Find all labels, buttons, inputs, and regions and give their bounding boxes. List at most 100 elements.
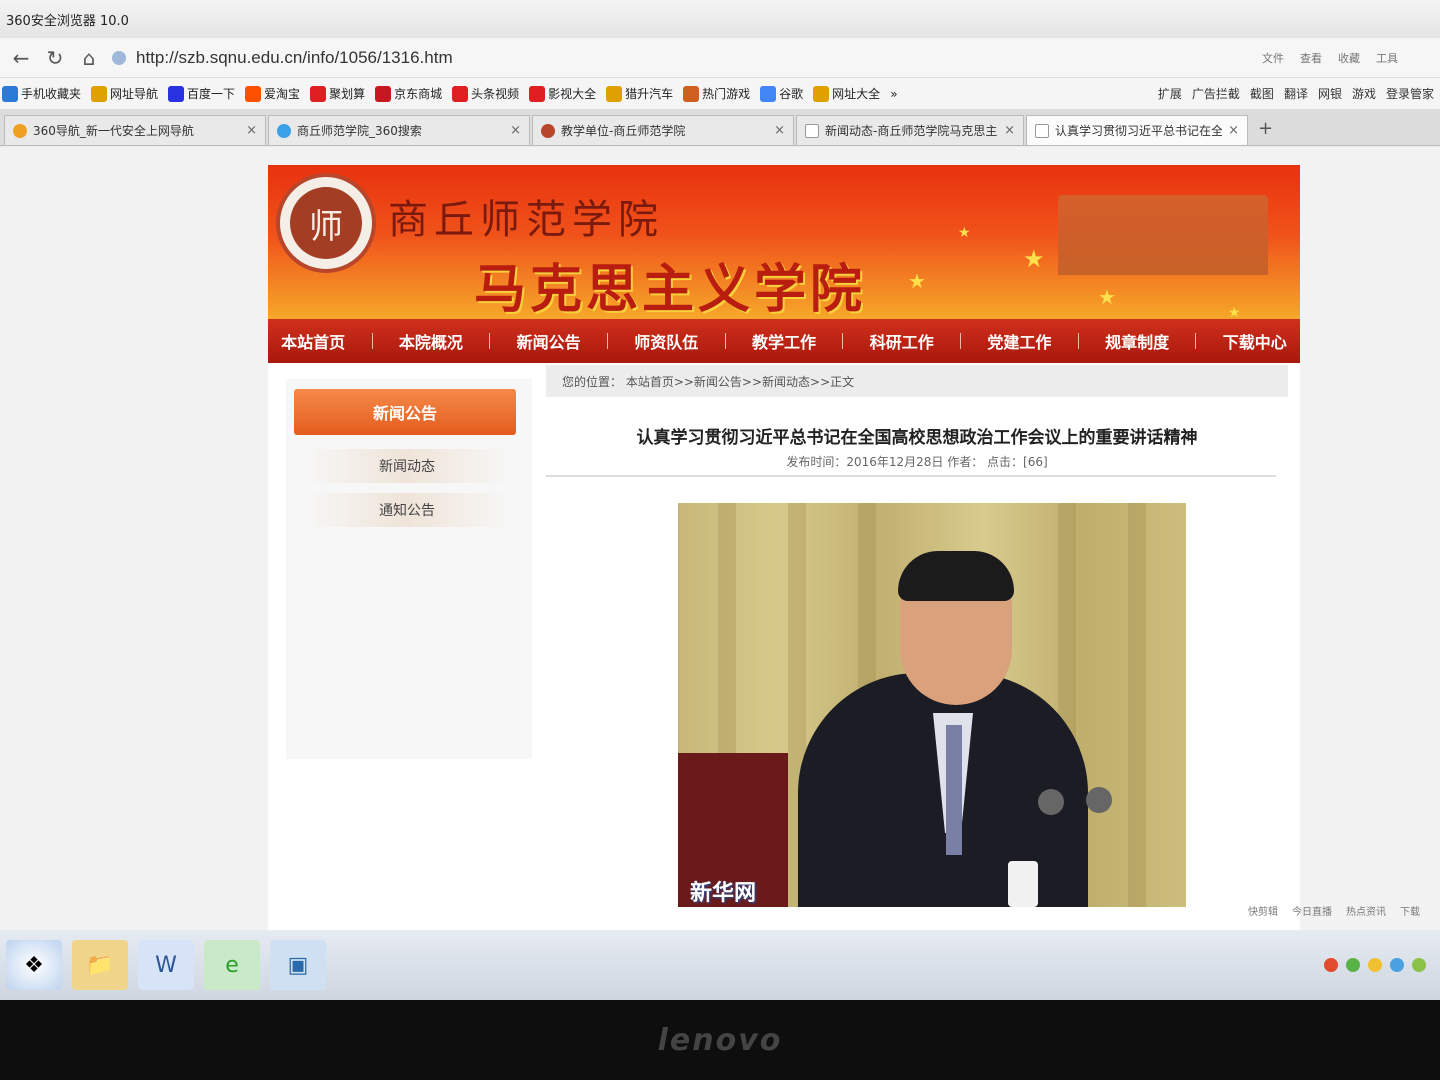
tab-favicon-icon [13,123,27,138]
nav-divider [842,333,844,349]
tray-icon[interactable] [1346,958,1360,972]
play-icon [529,85,546,102]
browser-tab[interactable]: 商丘师范学院_360搜索 × [268,115,530,145]
taskbar: ❖ 📁 W e ▣ [0,930,1440,1000]
ext-games[interactable]: 游戏 [1352,85,1376,102]
ext-translate[interactable]: 翻译 [1284,85,1308,102]
word-icon[interactable]: W [138,940,194,990]
curtain-fold [1128,503,1146,907]
bookmark-item[interactable]: 京东商城 [375,85,442,102]
bookmark-item[interactable]: 百度一下 [168,85,235,102]
nav-divider [1077,333,1079,349]
bookmark-icon [813,85,830,102]
browser-tab[interactable]: 360导航_新一代安全上网导航 × [4,115,266,145]
article-meta: 发布时间：2016年12月28日 作者： 点击：[66] [786,455,1048,469]
university-logo: 师 [276,173,376,273]
bookmark-item[interactable]: 热门游戏 [683,85,750,102]
bookmark-item[interactable]: 谷歌 [760,85,803,102]
bookmark-icon [2,85,18,102]
bookmark-item[interactable]: 头条视频 [452,85,519,102]
status-download[interactable]: 下载 [1400,903,1420,918]
bookmark-icon [375,85,392,102]
sidebar-item-news[interactable]: 新闻动态 [304,449,510,483]
nav-party[interactable]: 党建工作 [987,329,1051,353]
browser-tab[interactable]: 教学单位-商丘师范学院 × [532,115,794,145]
nav-divider [371,333,373,349]
microphone [1038,789,1064,815]
bookmark-item[interactable]: 影视大全 [529,85,596,102]
browser-status-bar: 快剪辑 今日直播 热点资讯 下载 [0,890,1440,930]
nav-divider [606,333,608,349]
status-live[interactable]: 今日直播 [1292,903,1332,918]
url-input[interactable]: http://szb.sqnu.edu.cn/info/1056/1316.ht… [112,44,1262,72]
close-icon[interactable]: × [246,123,257,138]
sidebar-heading[interactable]: 新闻公告 [294,389,516,435]
browser-icon[interactable]: e [204,940,260,990]
new-tab-icon[interactable]: + [1250,118,1281,145]
star-icon: ★ [958,225,971,241]
website: 师 商丘师范学院 马克思主义学院 ★ ★ ★ ★ ★ 本站首页 本院概况 新闻公… [268,165,1300,930]
file-explorer-icon[interactable]: 📁 [72,940,128,990]
screen-app-icon[interactable]: ▣ [270,940,326,990]
close-icon[interactable]: × [774,123,785,138]
bookmark-item[interactable]: 猎升汽车 [606,85,673,102]
bookmark-item[interactable]: 网址大全 [813,85,880,102]
person-hair [898,551,1014,601]
start-button-icon[interactable]: ❖ [6,940,62,990]
bookmarks-bar: 手机收藏夹 网址导航 百度一下 爱淘宝 聚划算 京东商城 头条视频 影视大全 猎… [0,78,1440,110]
ext-screenshot[interactable]: 截图 [1250,85,1274,102]
back-arrow-icon[interactable]: ← [4,43,38,73]
menu-view[interactable]: 查看 [1300,50,1322,66]
building-illustration [1058,195,1268,275]
bookmark-item[interactable]: 手机收藏夹 [2,85,81,102]
bookmark-item[interactable]: 聚划算 [310,85,365,102]
nav-divider [1195,333,1197,349]
tray-icon[interactable] [1412,958,1426,972]
bookmark-icon [168,85,185,102]
home-icon[interactable]: ⌂ [72,43,106,73]
microphone [1086,787,1112,813]
screen: 360安全浏览器 10.0 ← ↻ ⌂ http://szb.sqnu.edu.… [0,0,1440,1000]
browser-tab-active[interactable]: 认真学习贯彻习近平总书记在全国高校思想政治工作会议上的重要讲话精神× [1026,115,1248,145]
ext-extensions[interactable]: 扩展 [1158,85,1182,102]
close-icon[interactable]: × [1228,123,1239,138]
menu-file[interactable]: 文件 [1262,50,1284,66]
bookmark-icon [310,85,327,102]
nav-divider [489,333,491,349]
tray-icon[interactable] [1368,958,1382,972]
sidebar-item-notices[interactable]: 通知公告 [304,493,510,527]
status-news[interactable]: 热点资讯 [1346,903,1386,918]
status-quick-edit[interactable]: 快剪辑 [1248,903,1278,918]
more-bookmarks-icon[interactable]: » [890,87,897,101]
nav-downloads[interactable]: 下载中心 [1223,329,1287,353]
address-bar: ← ↻ ⌂ http://szb.sqnu.edu.cn/info/1056/1… [0,38,1440,78]
nav-news[interactable]: 新闻公告 [517,329,581,353]
nav-rules[interactable]: 规章制度 [1105,329,1169,353]
extension-toolbar: 扩展 广告拦截 截图 翻译 网银 游戏 登录管家 [1158,85,1440,102]
bookmark-item[interactable]: 网址导航 [91,85,158,102]
nav-faculty[interactable]: 师资队伍 [634,329,698,353]
ext-login[interactable]: 登录管家 [1386,85,1434,102]
close-icon[interactable]: × [1004,123,1015,138]
close-icon[interactable]: × [510,123,521,138]
nav-research[interactable]: 科研工作 [870,329,934,353]
google-icon [760,85,777,102]
menu-favorites[interactable]: 收藏 [1338,50,1360,66]
tray-icon[interactable] [1324,958,1338,972]
breadcrumb: 您的位置： 本站首页>>新闻公告>>新闻动态>>正文 [546,365,1288,397]
nav-home[interactable]: 本站首页 [281,329,345,353]
divider [546,475,1276,477]
tray-icon[interactable] [1390,958,1404,972]
bookmark-icon [606,85,623,102]
reload-icon[interactable]: ↻ [38,43,72,73]
bookmark-item[interactable]: 爱淘宝 [245,85,300,102]
star-icon: ★ [1228,305,1241,319]
nav-divider [724,333,726,349]
ext-bank[interactable]: 网银 [1318,85,1342,102]
nav-teaching[interactable]: 教学工作 [752,329,816,353]
menu-tools[interactable]: 工具 [1376,50,1398,66]
monitor-bezel: lenovo [0,1000,1440,1080]
nav-about[interactable]: 本院概况 [399,329,463,353]
browser-tab[interactable]: 新闻动态-商丘师范学院马克思主义学院× [796,115,1024,145]
ext-adblock[interactable]: 广告拦截 [1192,85,1240,102]
